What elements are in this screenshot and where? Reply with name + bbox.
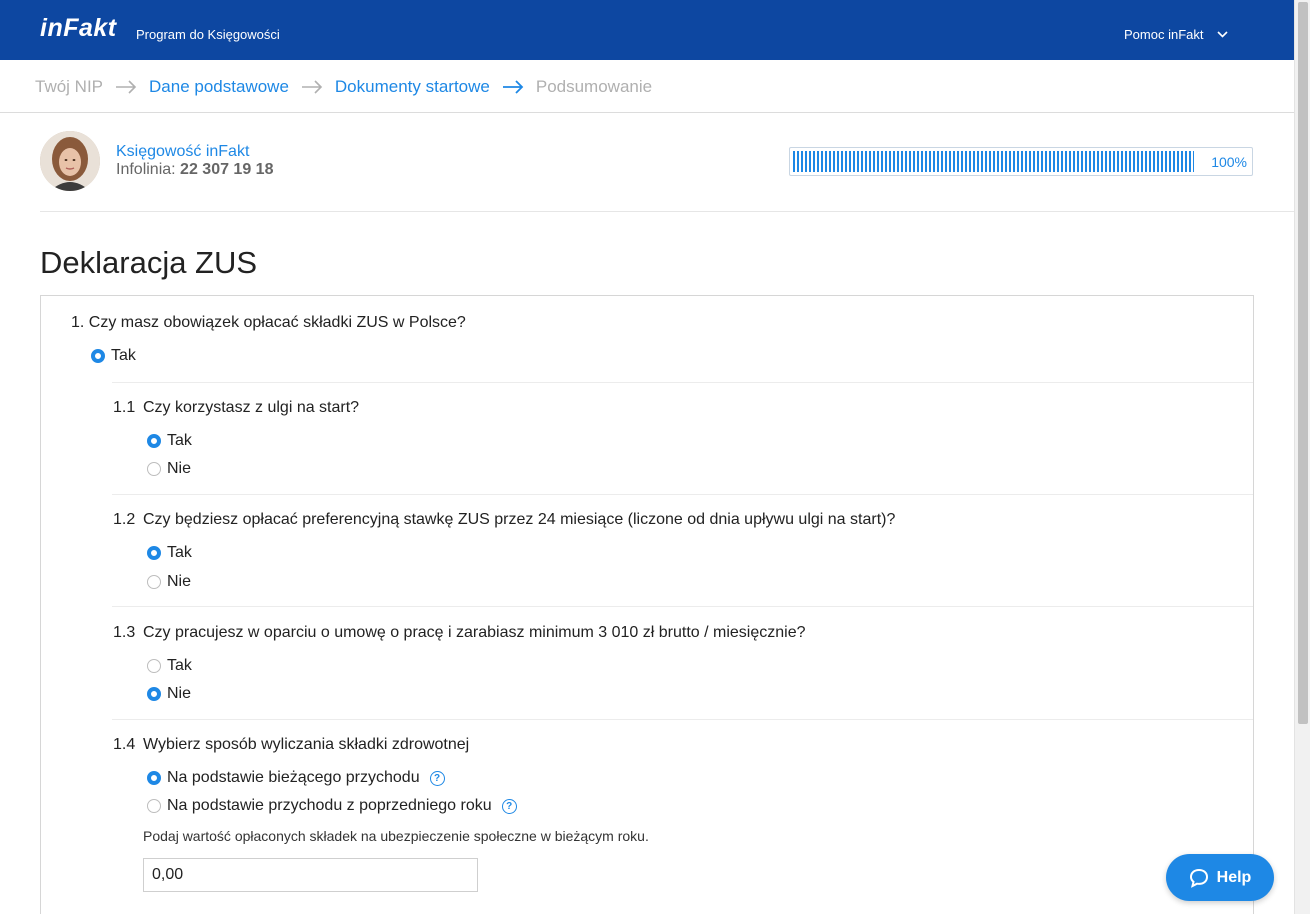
breadcrumb-steps: Twój NIP Dane podstawowe Dokumenty start… bbox=[35, 76, 652, 98]
step-summary[interactable]: Podsumowanie bbox=[536, 77, 652, 97]
question-number: 1.4 bbox=[113, 736, 136, 753]
question-text: Czy pracujesz w oparciu o umowę o pracę … bbox=[143, 624, 806, 641]
radio-unchecked-icon bbox=[147, 799, 161, 813]
arrow-right-icon bbox=[115, 80, 137, 94]
scrollbar-thumb[interactable] bbox=[1298, 2, 1308, 724]
divider bbox=[112, 494, 1253, 495]
phone-label: Infolinia: bbox=[116, 161, 176, 178]
contributions-field-label: Podaj wartość opłaconych składek na ubez… bbox=[143, 828, 649, 844]
form-panel bbox=[40, 295, 1254, 914]
radio-unchecked-icon bbox=[147, 659, 161, 673]
radio-label: Na podstawie przychodu z poprzedniego ro… bbox=[167, 797, 492, 814]
page-title: Deklaracja ZUS bbox=[40, 245, 258, 280]
radio-checked-icon bbox=[147, 434, 161, 448]
radio-label: Nie bbox=[167, 573, 192, 590]
question-text: Wybierz sposób wyliczania składki zdrowo… bbox=[143, 736, 470, 753]
help-button-label: Help bbox=[1216, 868, 1252, 886]
app-title: Program do Księgowości bbox=[136, 27, 280, 42]
radio-checked-icon bbox=[91, 349, 105, 363]
step-start-documents[interactable]: Dokumenty startowe bbox=[335, 77, 490, 97]
question-1-1: 1.1 Czy korzystasz z ulgi na start? bbox=[113, 399, 359, 417]
arrow-right-icon bbox=[301, 80, 323, 94]
radio-q1-4-previous-year[interactable]: Na podstawie przychodu z poprzedniego ro… bbox=[147, 797, 517, 815]
help-chat-button[interactable]: Help bbox=[1166, 854, 1274, 901]
help-menu-dropdown[interactable]: Pomoc inFakt bbox=[1124, 27, 1229, 42]
accountant-avatar bbox=[40, 131, 100, 191]
radio-checked-icon bbox=[147, 687, 161, 701]
radio-label: Na podstawie bieżącego przychodu bbox=[167, 769, 420, 786]
progress-fill bbox=[793, 151, 1194, 172]
chevron-down-icon bbox=[1217, 31, 1229, 38]
question-1: 1. Czy masz obowiązek opłacać składki ZU… bbox=[71, 314, 466, 331]
radio-q1-1-nie[interactable]: Nie bbox=[147, 460, 191, 478]
help-menu-label: Pomoc inFakt bbox=[1124, 27, 1204, 42]
question-number: 1.1 bbox=[113, 399, 136, 416]
divider bbox=[112, 606, 1253, 607]
radio-q1-tak[interactable]: Tak bbox=[91, 347, 136, 365]
radio-q1-3-tak[interactable]: Tak bbox=[147, 657, 192, 675]
progress-bar: 100% bbox=[789, 147, 1253, 176]
divider bbox=[112, 382, 1253, 383]
radio-q1-3-nie[interactable]: Nie bbox=[147, 685, 191, 703]
radio-label: Tak bbox=[167, 432, 192, 449]
divider bbox=[112, 719, 1253, 720]
question-number: 1.3 bbox=[113, 624, 136, 641]
step-nip[interactable]: Twój NIP bbox=[35, 77, 103, 97]
radio-q1-2-nie[interactable]: Nie bbox=[147, 573, 191, 591]
infakt-logo[interactable]: inFakt bbox=[40, 14, 117, 43]
question-number: 1.2 bbox=[113, 511, 136, 528]
top-bar: inFakt Program do Księgowości Pomoc inFa… bbox=[0, 0, 1294, 60]
radio-label: Tak bbox=[111, 347, 136, 364]
divider bbox=[40, 211, 1294, 212]
chat-bubble-icon bbox=[1189, 868, 1208, 888]
page-scrollbar[interactable] bbox=[1294, 0, 1310, 914]
help-circle-icon[interactable]: ? bbox=[429, 770, 445, 786]
question-1-4: 1.4 Wybierz sposób wyliczania składki zdr… bbox=[113, 736, 469, 754]
radio-label: Tak bbox=[167, 544, 192, 561]
question-text: Czy korzystasz z ulgi na start? bbox=[143, 399, 360, 416]
phone-number: 22 307 19 18 bbox=[180, 161, 274, 178]
contributions-amount-input[interactable] bbox=[143, 858, 478, 892]
accountant-phone: Infolinia: 22 307 19 18 bbox=[116, 161, 273, 179]
progress-label: 100% bbox=[1211, 154, 1247, 170]
help-circle-icon[interactable]: ? bbox=[501, 798, 517, 814]
accountant-name[interactable]: Księgowość inFakt bbox=[116, 143, 249, 161]
radio-unchecked-icon bbox=[147, 575, 161, 589]
radio-unchecked-icon bbox=[147, 462, 161, 476]
radio-q1-4-current-income[interactable]: Na podstawie bieżącego przychodu ? bbox=[147, 769, 445, 787]
question-text: Czy będziesz opłacać preferencyjną stawk… bbox=[143, 511, 896, 528]
divider bbox=[0, 112, 1294, 113]
radio-checked-icon bbox=[147, 546, 161, 560]
question-1-2: 1.2 Czy będziesz opłacać preferencyjną st… bbox=[113, 511, 895, 529]
radio-label: Nie bbox=[167, 460, 192, 477]
radio-label: Tak bbox=[167, 657, 192, 674]
step-basic-data[interactable]: Dane podstawowe bbox=[149, 77, 289, 97]
radio-q1-1-tak[interactable]: Tak bbox=[147, 432, 192, 450]
question-1-3: 1.3 Czy pracujesz w oparciu o umowę o pra… bbox=[113, 624, 806, 642]
radio-label: Nie bbox=[167, 685, 192, 702]
radio-q1-2-tak[interactable]: Tak bbox=[147, 544, 192, 562]
radio-checked-icon bbox=[147, 771, 161, 785]
arrow-right-icon bbox=[502, 80, 524, 94]
